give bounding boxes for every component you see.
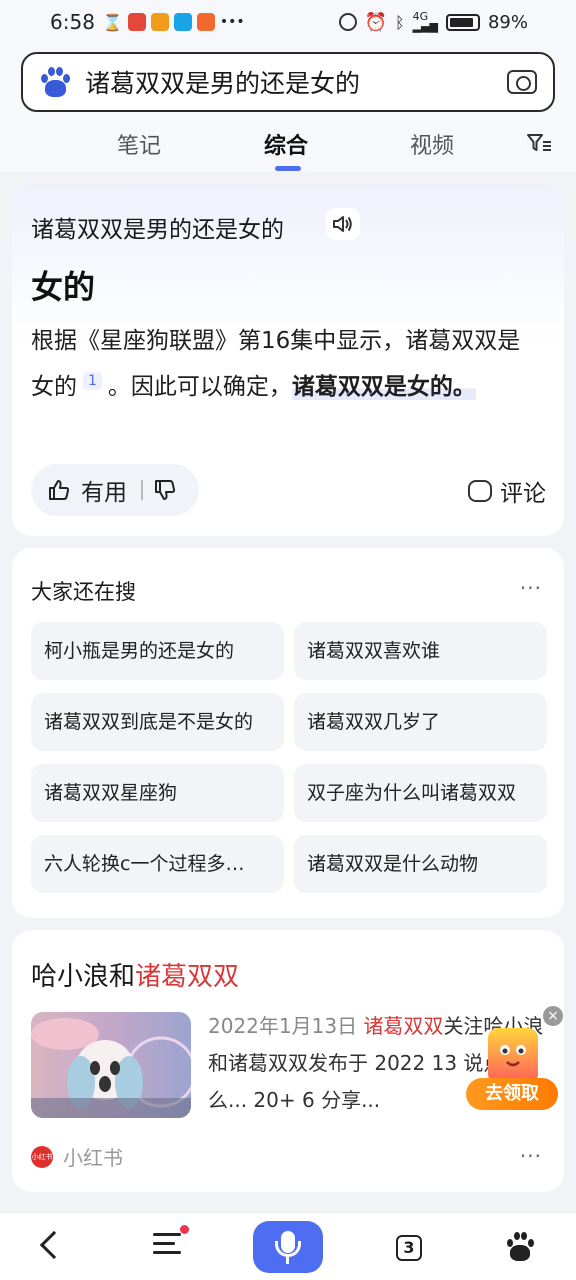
answer-highlight: 诸葛双双是女的。 <box>291 374 476 400</box>
network-type: 4G <box>412 10 429 23</box>
promo-widget[interactable]: × 去领取 <box>466 1006 564 1114</box>
tabs-count-button[interactable]: 3 <box>396 1235 422 1261</box>
related-item[interactable]: 诸葛双双星座狗 <box>31 764 284 822</box>
result-tabs: 笔记 综合 视频 <box>0 128 576 172</box>
speaker-icon[interactable] <box>326 208 360 240</box>
comment-icon <box>468 480 492 502</box>
divider <box>141 480 143 500</box>
result-more-icon[interactable]: ··· <box>520 1144 542 1168</box>
tab-all[interactable]: 综合 <box>264 128 308 160</box>
microphone-foot <box>286 1257 289 1264</box>
active-tab-indicator <box>275 166 301 171</box>
short-answer: 女的 <box>28 262 100 308</box>
result-title[interactable]: 哈小浪和诸葛双双 <box>31 956 239 993</box>
result-thumbnail[interactable] <box>31 1012 191 1118</box>
related-item[interactable]: 双子座为什么叫诸葛双双 <box>294 764 547 822</box>
video-app-icon <box>150 13 169 31</box>
tab-video[interactable]: 视频 <box>410 128 454 160</box>
book-app-icon <box>127 13 146 31</box>
xiaohongshu-logo-icon: 小红书 <box>31 1145 53 1168</box>
alarm-icon: ⏰ <box>364 11 387 33</box>
tab-notes[interactable]: 笔记 <box>117 128 161 160</box>
baidu-paw-icon <box>39 66 71 98</box>
battery-icon <box>445 13 480 31</box>
answer-question: 诸葛双双是男的还是女的 <box>31 217 284 243</box>
status-time: 6:58 <box>50 10 95 34</box>
more-options-icon[interactable]: ··· <box>520 576 542 600</box>
close-icon[interactable]: × <box>543 1006 563 1026</box>
baidu-home-icon[interactable] <box>506 1231 534 1261</box>
related-item[interactable]: 诸葛双双喜欢谁 <box>294 622 547 680</box>
voice-search-button[interactable] <box>253 1221 323 1273</box>
result-title-prefix: 哈小浪和 <box>31 962 136 992</box>
battery-percent: 89% <box>487 11 528 33</box>
filter-icon[interactable] <box>526 132 552 154</box>
battery-fill <box>449 17 474 27</box>
status-bar: 6:58 ⌛ ••• ⏰ ᛒ 4G ▂▄▆ 89% <box>0 0 576 44</box>
related-searches-card: 大家还在搜 ··· 柯小瓶是男的还是女的 诸葛双双喜欢谁 诸葛双双到底是不是女的… <box>12 548 564 918</box>
search-input[interactable]: 诸葛双双是男的还是女的 <box>85 64 507 100</box>
result-source[interactable]: 小红书 小红书 <box>31 1142 123 1171</box>
source-name: 小红书 <box>63 1146 123 1170</box>
result-title-highlight: 诸葛双双 <box>135 962 240 992</box>
answer-text-2: 。因此可以确定， <box>107 374 292 400</box>
related-item[interactable]: 六人轮换c一个过程多… <box>31 835 284 893</box>
camera-icon[interactable] <box>507 70 537 94</box>
snippet-highlight: 诸葛双双 <box>363 1014 444 1038</box>
thumbs-down-icon[interactable] <box>153 478 177 502</box>
search-app-icon <box>173 13 192 31</box>
signal-icon: 4G ▂▄▆ <box>412 10 438 33</box>
result-date: 2022年1月13日 <box>208 1014 358 1038</box>
hourglass-icon: ⌛ <box>102 12 123 32</box>
comment-button[interactable]: 评论 <box>468 474 546 508</box>
related-title: 大家还在搜 <box>31 580 136 604</box>
related-item[interactable]: 柯小瓶是男的还是女的 <box>31 622 284 680</box>
notification-dot <box>180 1225 189 1234</box>
related-item[interactable]: 诸葛双双是什么动物 <box>294 835 547 893</box>
useful-button[interactable]: 有用 <box>81 473 127 507</box>
related-item[interactable]: 诸葛双双到底是不是女的 <box>31 693 284 751</box>
back-icon[interactable] <box>39 1230 69 1260</box>
feedback-pill: 有用 <box>31 464 199 516</box>
bottom-nav: 3 <box>0 1212 576 1280</box>
citation-badge[interactable]: 1 <box>83 372 102 391</box>
search-header: 诸葛双双是男的还是女的 笔记 综合 视频 <box>0 44 576 172</box>
red-envelope-icon <box>488 1028 538 1084</box>
search-box[interactable]: 诸葛双双是男的还是女的 <box>21 52 555 112</box>
more-notifications-icon: ••• <box>219 14 245 30</box>
answer-body: 根据《星座狗联盟》第16集中显示，诸葛双双是女的 1 。因此可以确定，诸葛双双是女的… <box>31 318 541 410</box>
shop-app-icon <box>196 13 215 31</box>
data-saver-icon <box>338 13 357 31</box>
microphone-stand <box>275 1241 301 1257</box>
claim-button[interactable]: 去领取 <box>466 1078 558 1110</box>
ai-answer-card: 诸葛双双是男的还是女的 女的 根据《星座狗联盟》第16集中显示，诸葛双双是女的 1… <box>12 184 564 536</box>
comment-label: 评论 <box>500 481 546 507</box>
menu-icon[interactable] <box>153 1233 181 1260</box>
thumbs-up-icon[interactable] <box>47 478 71 502</box>
bluetooth-icon: ᛒ <box>394 12 405 32</box>
related-item[interactable]: 诸葛双双几岁了 <box>294 693 547 751</box>
